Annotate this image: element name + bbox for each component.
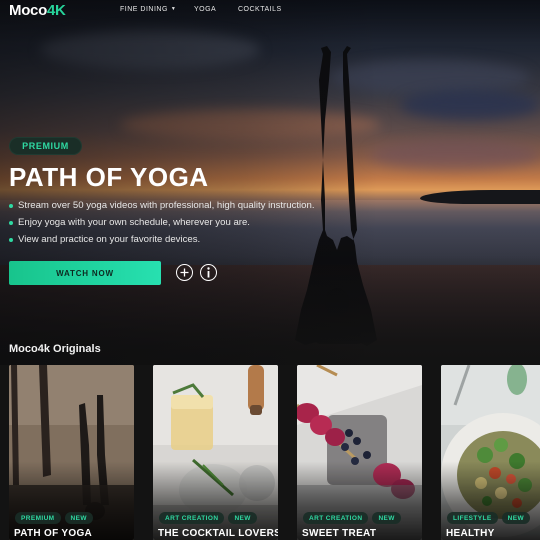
caret-down-icon: ▼ — [170, 6, 177, 12]
original-card-healthy[interactable]: LIFESTYLE NEW HEALTHY — [441, 365, 540, 540]
watch-now-button[interactable]: WATCH NOW — [9, 261, 161, 285]
feature-item: Enjoy yoga with your own schedule, where… — [9, 214, 315, 231]
nav-item-cocktails[interactable]: COCKTAILS — [238, 6, 282, 13]
original-card-path-of-yoga[interactable]: PREMIUM NEW PATH OF YOGA — [9, 365, 134, 540]
nav-item-label: COCKTAILS — [238, 6, 282, 13]
brand-logo[interactable]: Moco4K — [9, 2, 66, 19]
tag-badge: PREMIUM — [15, 512, 61, 524]
feature-list: Stream over 50 yoga videos with professi… — [9, 197, 315, 248]
logo-text: Moco — [9, 2, 47, 19]
tag-badge: NEW — [501, 512, 531, 524]
card-title: HEALTHY — [446, 528, 495, 539]
originals-section-title: Moco4k Originals — [9, 343, 101, 355]
original-card-sweet-treat[interactable]: ART CREATION NEW SWEET TREAT — [297, 365, 422, 540]
card-tags: PREMIUM NEW — [15, 512, 93, 524]
card-title: SWEET TREAT — [302, 528, 377, 539]
nav-item-yoga[interactable]: YOGA — [194, 6, 216, 13]
premium-badge: PREMIUM — [9, 137, 82, 155]
card-title: PATH OF YOGA — [14, 528, 93, 539]
card-tags: LIFESTYLE NEW — [447, 512, 531, 524]
tag-badge: ART CREATION — [303, 512, 369, 524]
info-circle-icon[interactable] — [200, 264, 217, 281]
card-tags: ART CREATION NEW — [303, 512, 401, 524]
tag-badge: NEW — [372, 512, 401, 524]
feature-item: View and practice on your favorite devic… — [9, 231, 315, 248]
tag-badge: LIFESTYLE — [447, 512, 498, 524]
tag-badge: NEW — [228, 512, 257, 524]
tag-badge: NEW — [64, 512, 93, 524]
card-tags: ART CREATION NEW — [159, 512, 257, 524]
card-title: THE COCKTAIL LOVERS — [158, 528, 278, 539]
logo-accent-text: 4K — [46, 2, 66, 19]
nav-item-label: YOGA — [194, 6, 217, 13]
feature-item: Stream over 50 yoga videos with professi… — [9, 197, 315, 214]
nav-item-label: FINE DINING — [120, 6, 168, 13]
nav-item-fine-dining[interactable]: FINE DINING ▼ — [120, 6, 176, 13]
top-nav: Moco4K FINE DINING ▼ YOGA COCKTAILS — [0, 0, 540, 22]
plus-circle-icon[interactable] — [176, 264, 193, 281]
hero-title: PATH OF YOGA — [9, 162, 209, 192]
original-card-cocktail-lovers[interactable]: ART CREATION NEW THE COCKTAIL LOVERS — [153, 365, 278, 540]
tag-badge: ART CREATION — [159, 512, 225, 524]
